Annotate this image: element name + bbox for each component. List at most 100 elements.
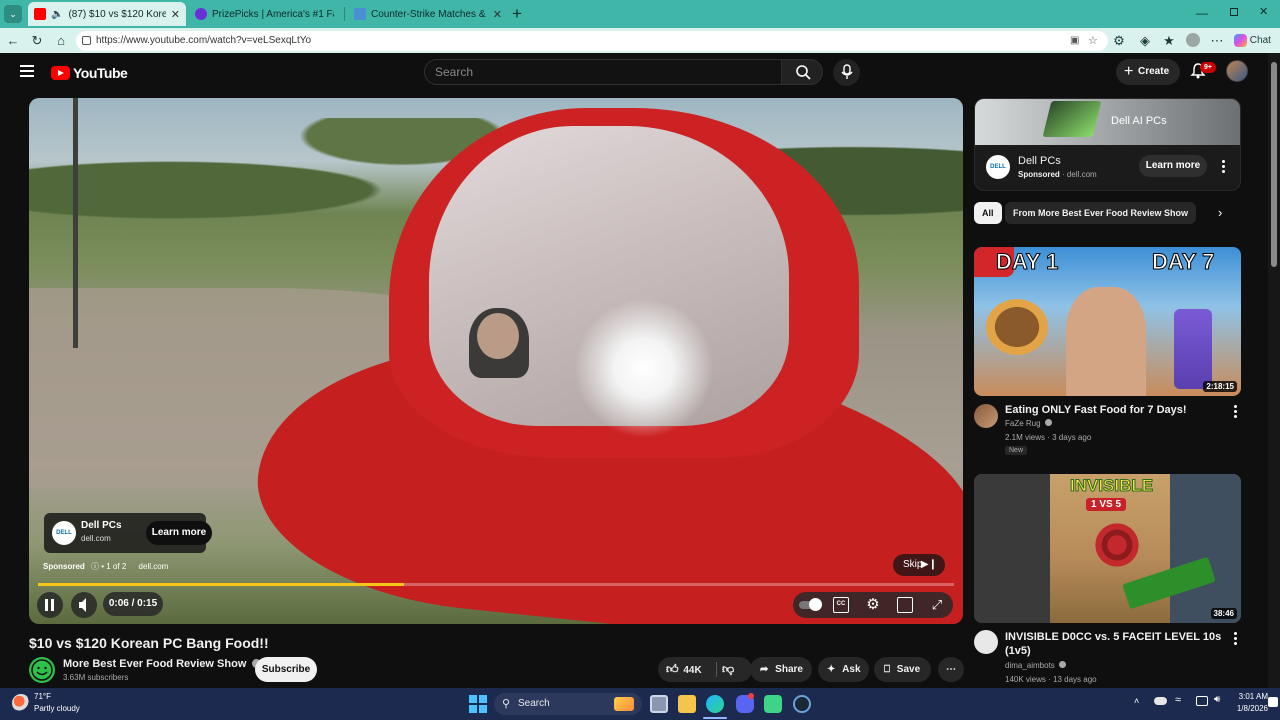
sparkle-icon: ✦ bbox=[827, 664, 836, 675]
more-vert-icon[interactable] bbox=[1234, 405, 1238, 420]
ad-overlay-card[interactable]: DELL Dell PCs dell.com Learn more bbox=[44, 513, 212, 553]
related-video-title[interactable]: INVISIBLE D0CC vs. 5 FACEIT LEVEL 10s (1… bbox=[1005, 630, 1225, 658]
weather-icon[interactable] bbox=[12, 694, 30, 712]
skip-ad-button[interactable]: Skip ▶❙ bbox=[893, 554, 945, 576]
search-input[interactable]: Search bbox=[424, 59, 782, 85]
browser-tab-strip: ⌄ 🔈 (87) $10 vs $120 Korean PC Ba ✕ Priz… bbox=[0, 0, 1280, 28]
create-button[interactable]: + Create bbox=[1116, 59, 1180, 85]
onedrive-cloud-icon[interactable] bbox=[1154, 697, 1167, 705]
address-bar[interactable]: https://www.youtube.com/watch?v=veLSexqL… bbox=[76, 31, 1108, 51]
sidebar-learn-more-button[interactable]: Learn more bbox=[1139, 155, 1207, 177]
volume-button[interactable] bbox=[71, 592, 97, 618]
close-window-icon[interactable]: ✕ bbox=[1259, 5, 1268, 18]
read-mode-icon[interactable]: ▣ bbox=[1070, 31, 1079, 51]
chip-from-channel[interactable]: From More Best Ever Food Review Show bbox=[1005, 202, 1197, 224]
thumbs-down-icon[interactable]: 👎︎ bbox=[722, 657, 734, 682]
channel-avatar[interactable] bbox=[974, 404, 998, 428]
windows-start-icon[interactable] bbox=[469, 695, 487, 713]
autoplay-toggle[interactable] bbox=[799, 597, 825, 613]
show-hidden-icons-chevron-icon[interactable]: ˄ bbox=[1134, 696, 1139, 706]
like-button[interactable]: 👍︎ 44K bbox=[666, 657, 716, 683]
display-icon[interactable] bbox=[1196, 696, 1208, 706]
smiley-logo-icon bbox=[31, 659, 53, 681]
search-button[interactable] bbox=[781, 59, 823, 85]
chevron-right-icon[interactable]: › bbox=[1218, 205, 1222, 220]
tab-prizepicks[interactable]: PrizePicks | America's #1 Fantasy S bbox=[189, 2, 341, 26]
info-icon[interactable]: ⓘ bbox=[91, 562, 99, 571]
share-button[interactable]: ➦ Share bbox=[750, 657, 812, 682]
clock-date[interactable]: 1/8/2026 bbox=[1228, 704, 1268, 713]
related-thumbnail[interactable]: DAY 1 DAY 7 2:18:15 bbox=[974, 247, 1241, 396]
copilot-chat-button[interactable]: Chat bbox=[1234, 32, 1271, 50]
save-button[interactable]: ⎕ Save bbox=[874, 657, 931, 682]
clock-time[interactable]: 3:01 AM bbox=[1232, 692, 1268, 701]
task-view-icon[interactable] bbox=[650, 695, 668, 713]
sidebar-ad-banner[interactable]: Dell AI PCs bbox=[975, 99, 1240, 145]
steam-icon[interactable] bbox=[793, 695, 811, 713]
file-explorer-icon[interactable] bbox=[678, 695, 696, 713]
search-icon bbox=[796, 65, 811, 80]
logo-text: YouTube bbox=[73, 65, 128, 81]
channel-avatar[interactable] bbox=[974, 630, 998, 654]
miniplayer-icon[interactable] bbox=[897, 597, 913, 613]
more-options-icon[interactable]: ⋯ bbox=[1208, 32, 1226, 50]
notification-center-icon[interactable] bbox=[1268, 697, 1278, 707]
subscribe-button[interactable]: Subscribe bbox=[255, 657, 317, 682]
speaker-icon[interactable]: 🔈 bbox=[51, 9, 63, 20]
back-arrow-icon[interactable]: ← bbox=[4, 32, 22, 50]
fullscreen-icon[interactable]: ⤢ bbox=[929, 597, 945, 613]
captions-icon[interactable]: CC bbox=[833, 597, 849, 613]
more-vert-icon[interactable] bbox=[1234, 632, 1238, 647]
close-tab-icon[interactable]: ✕ bbox=[493, 8, 502, 21]
related-channel[interactable]: dima_aimbots bbox=[1005, 661, 1067, 670]
youtube-logo[interactable]: YouTube bbox=[51, 65, 128, 81]
laptop-image bbox=[1042, 101, 1102, 137]
edge-browser-icon[interactable] bbox=[706, 695, 724, 713]
taskbar-search[interactable]: ⚲ Search bbox=[494, 693, 642, 715]
video-title: $10 vs $120 Korean PC Bang Food!! bbox=[29, 635, 269, 651]
refresh-icon[interactable]: ↻ bbox=[28, 32, 46, 50]
ad-learn-more-button[interactable]: Learn more bbox=[146, 521, 212, 545]
new-tab-icon[interactable]: + bbox=[512, 4, 522, 24]
more-vert-icon[interactable] bbox=[1222, 160, 1226, 175]
ask-button[interactable]: ✦ Ask bbox=[818, 657, 869, 682]
close-tab-icon[interactable]: ✕ bbox=[171, 8, 180, 21]
extensions-icon[interactable]: ⚙ bbox=[1110, 32, 1128, 50]
app-icon[interactable] bbox=[764, 695, 782, 713]
settings-gear-icon[interactable]: ⚙ bbox=[865, 597, 881, 613]
page-scrollbar-thumb[interactable] bbox=[1271, 62, 1277, 267]
home-icon[interactable]: ⌂ bbox=[52, 32, 70, 50]
favorite-star-icon[interactable]: ☆ bbox=[1088, 31, 1098, 51]
pause-button[interactable] bbox=[37, 592, 63, 618]
account-avatar[interactable] bbox=[1226, 60, 1248, 82]
network-icon[interactable]: ≈ bbox=[1175, 694, 1181, 706]
profile-icon[interactable] bbox=[1186, 33, 1200, 47]
shield-extension-icon[interactable]: ◈ bbox=[1136, 32, 1154, 50]
target-image bbox=[1078, 518, 1156, 572]
sidebar-ad-card[interactable]: Dell AI PCs DELL Dell PCs Sponsored · de… bbox=[974, 98, 1241, 191]
maximize-icon[interactable] bbox=[1230, 8, 1238, 16]
minimize-icon[interactable]: — bbox=[1196, 6, 1208, 20]
more-actions-icon[interactable]: ⋯ bbox=[938, 657, 964, 682]
subscriber-count: 3.63M subscribers bbox=[63, 673, 129, 682]
chip-all[interactable]: All bbox=[974, 202, 1002, 224]
video-player[interactable]: DELL Dell PCs dell.com Learn more Sponso… bbox=[29, 98, 963, 624]
ad-meta-domain[interactable]: dell.com bbox=[139, 562, 169, 571]
site-info-icon[interactable] bbox=[82, 36, 91, 45]
channel-name[interactable]: More Best Ever Food Review Show bbox=[63, 658, 262, 670]
related-thumbnail[interactable]: INVISIBLE 1 VS 5 38:46 bbox=[974, 474, 1241, 623]
channel-avatar[interactable] bbox=[29, 657, 55, 683]
favorites-icon[interactable]: ★ bbox=[1160, 32, 1178, 50]
volume-icon[interactable]: 🔊︎ bbox=[1214, 694, 1220, 705]
tab-actions-button[interactable]: ⌄ bbox=[4, 5, 22, 23]
skip-next-icon: ▶❙ bbox=[920, 559, 937, 570]
drink-cup-image bbox=[1174, 309, 1212, 389]
voice-search-button[interactable] bbox=[833, 59, 860, 86]
duration-badge: 2:18:15 bbox=[1203, 381, 1237, 392]
related-video-title[interactable]: Eating ONLY Fast Food for 7 Days! bbox=[1005, 403, 1225, 417]
verified-check-icon bbox=[1044, 419, 1052, 426]
hamburger-menu-icon[interactable] bbox=[20, 65, 34, 80]
tab-youtube[interactable]: 🔈 (87) $10 vs $120 Korean PC Ba ✕ bbox=[28, 2, 186, 26]
related-channel[interactable]: FaZe Rug bbox=[1005, 419, 1052, 428]
tab-counter-strike[interactable]: Counter-Strike Matches & livescor ✕ bbox=[348, 2, 508, 26]
